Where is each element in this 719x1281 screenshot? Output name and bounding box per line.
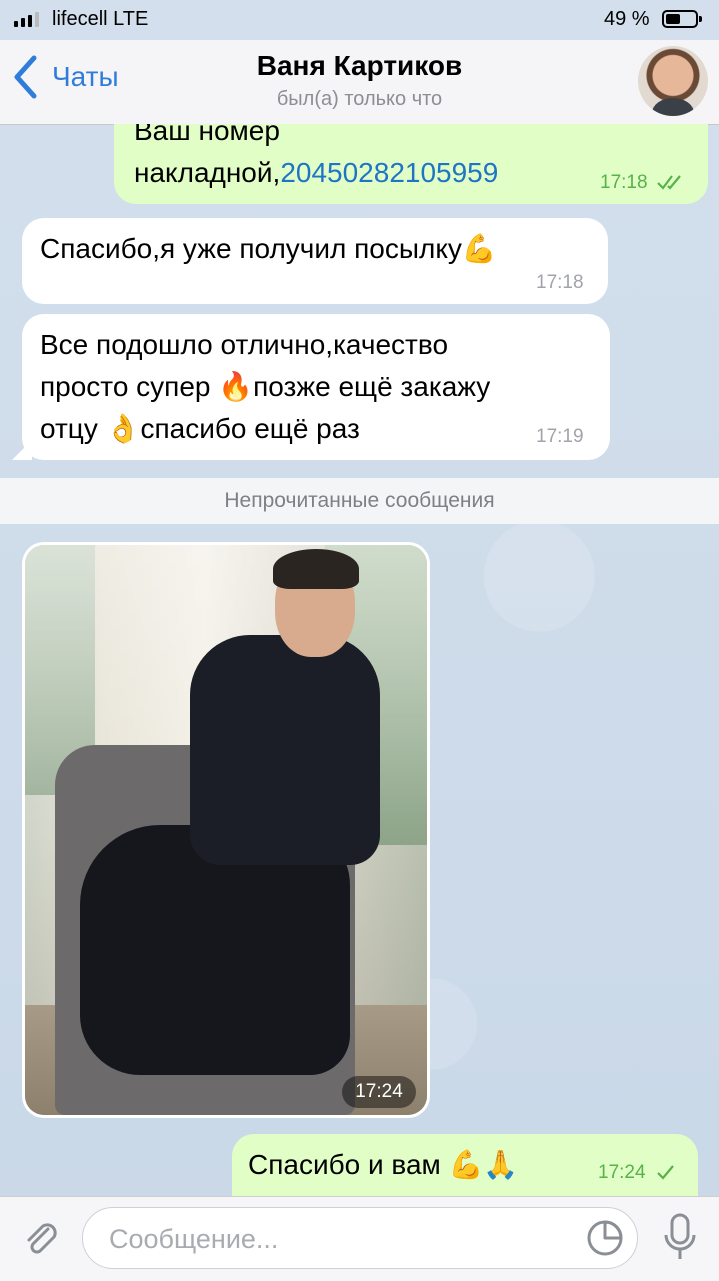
message-text-line-3: отцу 👌спасибо ещё раз [40,413,360,444]
single-check-icon [657,1165,674,1180]
battery-percent: 49 % [604,8,650,30]
status-bar: lifecell LTE 49 % [0,0,719,40]
double-check-icon [657,175,681,190]
chat-header: Чаты Ваня Картиков был(а) только что [0,40,719,125]
message-input-field[interactable] [82,1207,638,1269]
carrier-label: lifecell LTE [52,8,149,30]
unread-messages-divider: Непрочитанные сообщения [0,478,719,524]
message-time: 17:18 [600,172,648,193]
message-text: Спасибо и вам 💪🙏 [248,1149,519,1180]
photo-time: 17:24 [342,1076,416,1108]
message-in-photo[interactable] [22,542,430,1118]
battery-icon [662,10,702,28]
microphone-icon[interactable] [660,1211,700,1263]
message-input[interactable] [107,1220,571,1258]
message-in-thanks[interactable]: Спасибо,я уже получил посылку💪 17:18 [22,218,608,304]
message-time: 17:24 [598,1162,646,1183]
message-time: 17:18 [536,272,584,293]
message-in-feedback[interactable]: Все подошло отлично,качество просто супе… [12,314,610,460]
message-text: Спасибо,я уже получил посылку💪 [40,233,497,264]
contact-avatar[interactable] [638,46,708,116]
signal-strength-icon [14,12,39,27]
message-time: 17:19 [536,426,584,447]
message-text: Ваш номер накладной, [134,115,281,188]
contact-name[interactable]: Ваня Картиков [0,50,719,82]
message-composer [0,1196,719,1281]
tracking-number-link[interactable]: 20450282105959 [280,157,498,188]
message-text-line-2: просто супер 🔥позже ещё закажу [40,371,491,402]
photo-image[interactable] [25,545,427,1115]
message-text-line-1: Все подошло отлично,качество [40,329,449,360]
contact-status: был(а) только что [276,88,443,110]
attachment-clip-icon[interactable] [18,1215,62,1259]
sticker-icon[interactable] [585,1218,625,1258]
